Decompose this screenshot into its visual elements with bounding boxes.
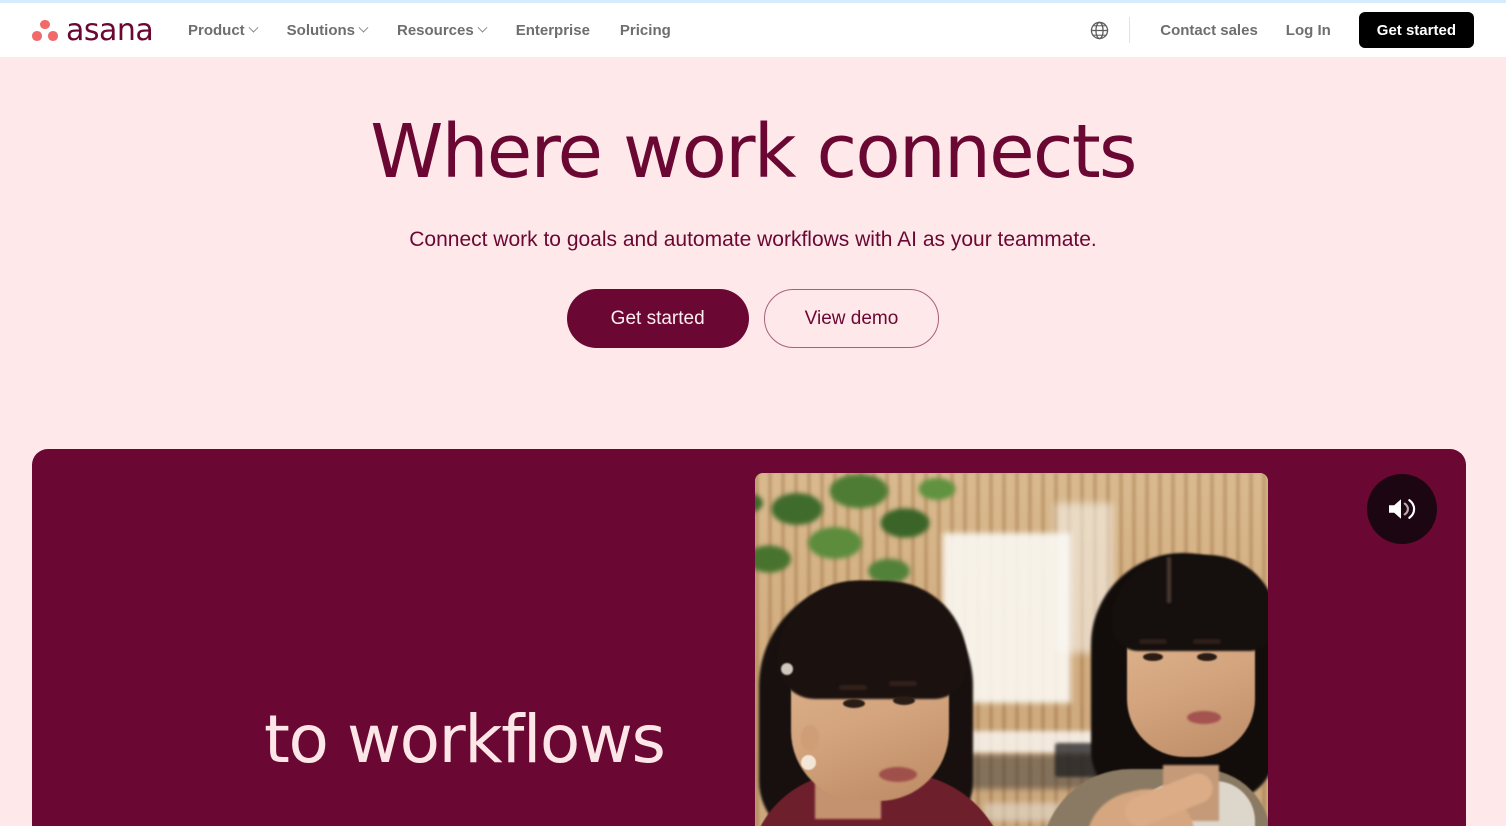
person-two-eye-left	[1143, 653, 1163, 661]
header-divider	[1129, 17, 1131, 43]
person-one-brow-right	[889, 681, 917, 686]
nav-item-solutions-label: Solutions	[286, 21, 355, 39]
hero-video-card[interactable]: to workflows	[32, 449, 1466, 826]
nav-item-solutions[interactable]: Solutions	[286, 21, 369, 39]
chevron-down-icon	[358, 22, 369, 33]
person-two-hair-part	[1167, 557, 1171, 603]
asana-logo[interactable]: asana	[32, 13, 154, 48]
page-title: Where work connects	[370, 109, 1137, 195]
person-one-ear	[801, 725, 819, 751]
volume-on-icon	[1389, 499, 1416, 519]
language-selector-button[interactable]	[1083, 14, 1115, 46]
primary-navigation: Product Solutions Resources Enterprise P…	[188, 3, 671, 57]
hero-view-demo-button[interactable]: View demo	[763, 289, 940, 348]
person-one-eye-right	[893, 696, 915, 705]
header-get-started-button[interactable]: Get started	[1358, 12, 1474, 48]
hero-video-player[interactable]	[755, 473, 1268, 826]
nav-item-resources-label: Resources	[397, 21, 474, 39]
nav-item-resources[interactable]: Resources	[397, 21, 488, 39]
nav-item-product[interactable]: Product	[188, 21, 259, 39]
video-sound-toggle-button[interactable]	[1367, 474, 1437, 544]
hero-section: Where work connects Connect work to goal…	[0, 57, 1506, 826]
person-one-lips	[879, 767, 917, 782]
nav-item-product-label: Product	[188, 21, 245, 39]
contact-sales-link[interactable]: Contact sales	[1146, 22, 1272, 39]
asana-wordmark: asana	[66, 13, 154, 48]
header-actions: Contact sales Log In Get started	[1083, 3, 1474, 57]
login-link[interactable]: Log In	[1272, 22, 1345, 39]
video-caption-text: to workflows	[264, 701, 666, 778]
nav-item-enterprise[interactable]: Enterprise	[516, 22, 590, 39]
hero-cta-group: Get started View demo	[0, 289, 1506, 348]
person-one-earring	[801, 755, 816, 770]
hero-get-started-button[interactable]: Get started	[566, 289, 749, 348]
video-scene	[755, 473, 1268, 826]
person-two-eye-right	[1197, 653, 1217, 661]
page-root: asana Product Solutions Resources Enterp…	[0, 0, 1506, 826]
asana-dots-logo-icon	[32, 19, 58, 43]
site-header: asana Product Solutions Resources Enterp…	[0, 3, 1506, 57]
hero-subtitle: Connect work to goals and automate workf…	[409, 228, 1097, 251]
person-two-lips	[1187, 711, 1221, 724]
nav-item-pricing[interactable]: Pricing	[620, 22, 671, 39]
nav-item-enterprise-label: Enterprise	[515, 21, 590, 39]
nav-item-pricing-label: Pricing	[619, 21, 671, 39]
person-one-eye-left	[843, 699, 865, 708]
person-one-hair-top	[777, 581, 967, 699]
person-one-brow-left	[839, 685, 867, 690]
person-two-brow-left	[1139, 639, 1167, 644]
globe-icon	[1090, 21, 1108, 39]
chevron-down-icon	[477, 22, 488, 33]
chevron-down-icon	[248, 22, 259, 33]
person-two-brow-right	[1193, 639, 1221, 644]
person-one-hair-clip	[781, 663, 793, 675]
